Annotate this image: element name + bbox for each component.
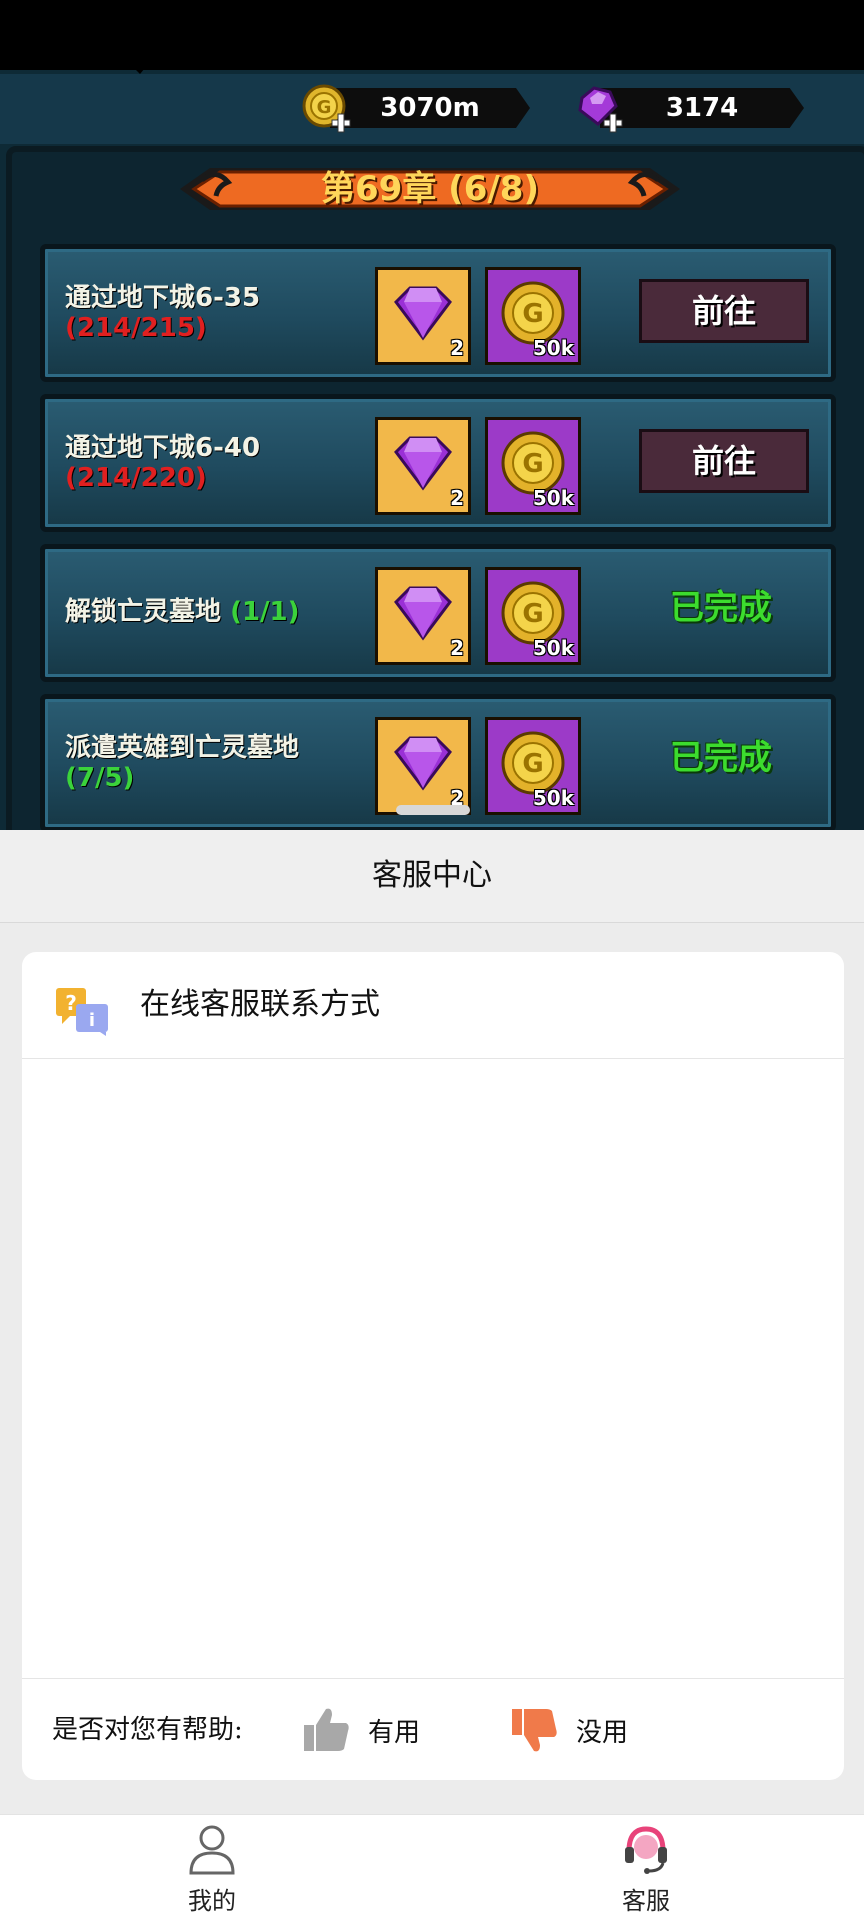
bottom-nav: 我的 客服 xyxy=(0,1814,864,1921)
coin-reward-qty: 50k xyxy=(532,336,574,360)
nav-label-service: 客服 xyxy=(622,1887,670,1915)
gem-reward-qty: 2 xyxy=(450,636,464,660)
coin-reward-qty: 50k xyxy=(532,636,574,660)
crack-edge xyxy=(0,60,864,74)
go-button[interactable]: 前往 xyxy=(639,279,809,343)
chapter-title: 第69章 (6/8) xyxy=(321,169,539,209)
person-icon xyxy=(189,1825,235,1875)
gem-icon xyxy=(394,586,452,641)
completed-status: 已完成 xyxy=(670,588,772,628)
contact-card: ? i 在线客服联系方式 是否对您有帮助: 有用 没用 xyxy=(22,952,844,1780)
gem-reward: 2 xyxy=(375,567,471,665)
go-button[interactable]: 前往 xyxy=(639,429,809,493)
nav-item-mine[interactable]: 我的 xyxy=(132,1815,292,1921)
gem-reward: 2 xyxy=(375,417,471,515)
thumbs-up-icon xyxy=(304,1708,349,1751)
useful-label: 有用 xyxy=(368,1717,421,1748)
svg-text:G: G xyxy=(522,449,543,479)
task-title: 通过地下城6-40 xyxy=(65,433,261,463)
svg-text:?: ? xyxy=(65,991,77,1015)
svg-text:G: G xyxy=(522,599,543,629)
game-screen: 3070m G 3174 第69章 (6/8) 通过地下城6-35 (214/2… xyxy=(0,0,864,830)
gem-add-icon[interactable] xyxy=(572,82,624,134)
sheet-drag-handle[interactable] xyxy=(396,805,470,815)
nav-label-mine: 我的 xyxy=(188,1887,236,1915)
completed-status: 已完成 xyxy=(670,738,772,778)
task-progress: (1/1) xyxy=(230,597,300,627)
coin-reward: G 50k xyxy=(485,567,581,665)
thumbs-down-icon xyxy=(512,1709,557,1752)
task-title: 派遣英雄到亡灵墓地 xyxy=(65,733,300,763)
faq-info-icon: ? i xyxy=(56,988,108,1036)
coin-reward: G 50k xyxy=(485,267,581,365)
svg-text:G: G xyxy=(522,749,543,779)
headset-icon xyxy=(625,1826,667,1874)
currency-bar: 3070m G 3174 xyxy=(0,74,864,144)
gem-reward-qty: 2 xyxy=(450,486,464,510)
task-label: 解锁亡灵墓地 (1/1) xyxy=(65,597,365,627)
helpful-question: 是否对您有帮助: xyxy=(52,1715,243,1745)
task-row: 通过地下城6-40 (214/220) 2 G 50k 前往 xyxy=(40,394,836,532)
svg-text:G: G xyxy=(522,299,543,329)
task-progress: (214/220) xyxy=(65,463,207,493)
coin-reward-qty: 50k xyxy=(532,786,574,810)
coin-reward: G 50k xyxy=(485,417,581,515)
coin-reward: G 50k xyxy=(485,717,581,815)
gem-amount: 3174 xyxy=(665,93,739,123)
task-label: 通过地下城6-35 (214/215) xyxy=(65,283,365,343)
useless-label: 没用 xyxy=(576,1717,629,1748)
gem-reward-qty: 2 xyxy=(450,336,464,360)
task-title: 通过地下城6-35 xyxy=(65,283,261,313)
coin-reward-qty: 50k xyxy=(532,486,574,510)
feedback-row: 是否对您有帮助: 有用 没用 xyxy=(22,1678,844,1781)
task-row: 解锁亡灵墓地 (1/1) 2 G 50k 已完成 xyxy=(40,544,836,682)
gem-reward: 2 xyxy=(375,267,471,365)
useful-button[interactable]: 有用 xyxy=(302,1705,420,1755)
gem-reward: 2 xyxy=(375,717,471,815)
task-progress: (214/215) xyxy=(65,313,207,343)
gold-amount: 3070m xyxy=(380,93,480,123)
svg-text:i: i xyxy=(89,1010,95,1031)
gem-icon xyxy=(394,286,452,341)
nav-item-service[interactable]: 客服 xyxy=(566,1815,726,1921)
gem-counter: 3174 xyxy=(600,88,804,128)
task-title: 解锁亡灵墓地 xyxy=(65,597,222,627)
card-header: ? i 在线客服联系方式 xyxy=(22,952,844,1059)
card-title: 在线客服联系方式 xyxy=(140,987,380,1022)
task-label: 通过地下城6-40 (214/220) xyxy=(65,433,365,493)
gem-icon xyxy=(394,736,452,791)
task-row: 通过地下城6-35 (214/215) 2 G 50k 前往 xyxy=(40,244,836,382)
gem-icon xyxy=(394,436,452,491)
sheet-title: 客服中心 xyxy=(0,830,864,923)
task-label: 派遣英雄到亡灵墓地 (7/5) xyxy=(65,733,305,793)
gold-add-icon[interactable]: G xyxy=(300,82,352,134)
task-progress: (7/5) xyxy=(65,763,135,793)
gold-counter: 3070m xyxy=(330,88,530,128)
useless-button[interactable]: 没用 xyxy=(510,1705,628,1755)
svg-text:G: G xyxy=(317,97,332,118)
